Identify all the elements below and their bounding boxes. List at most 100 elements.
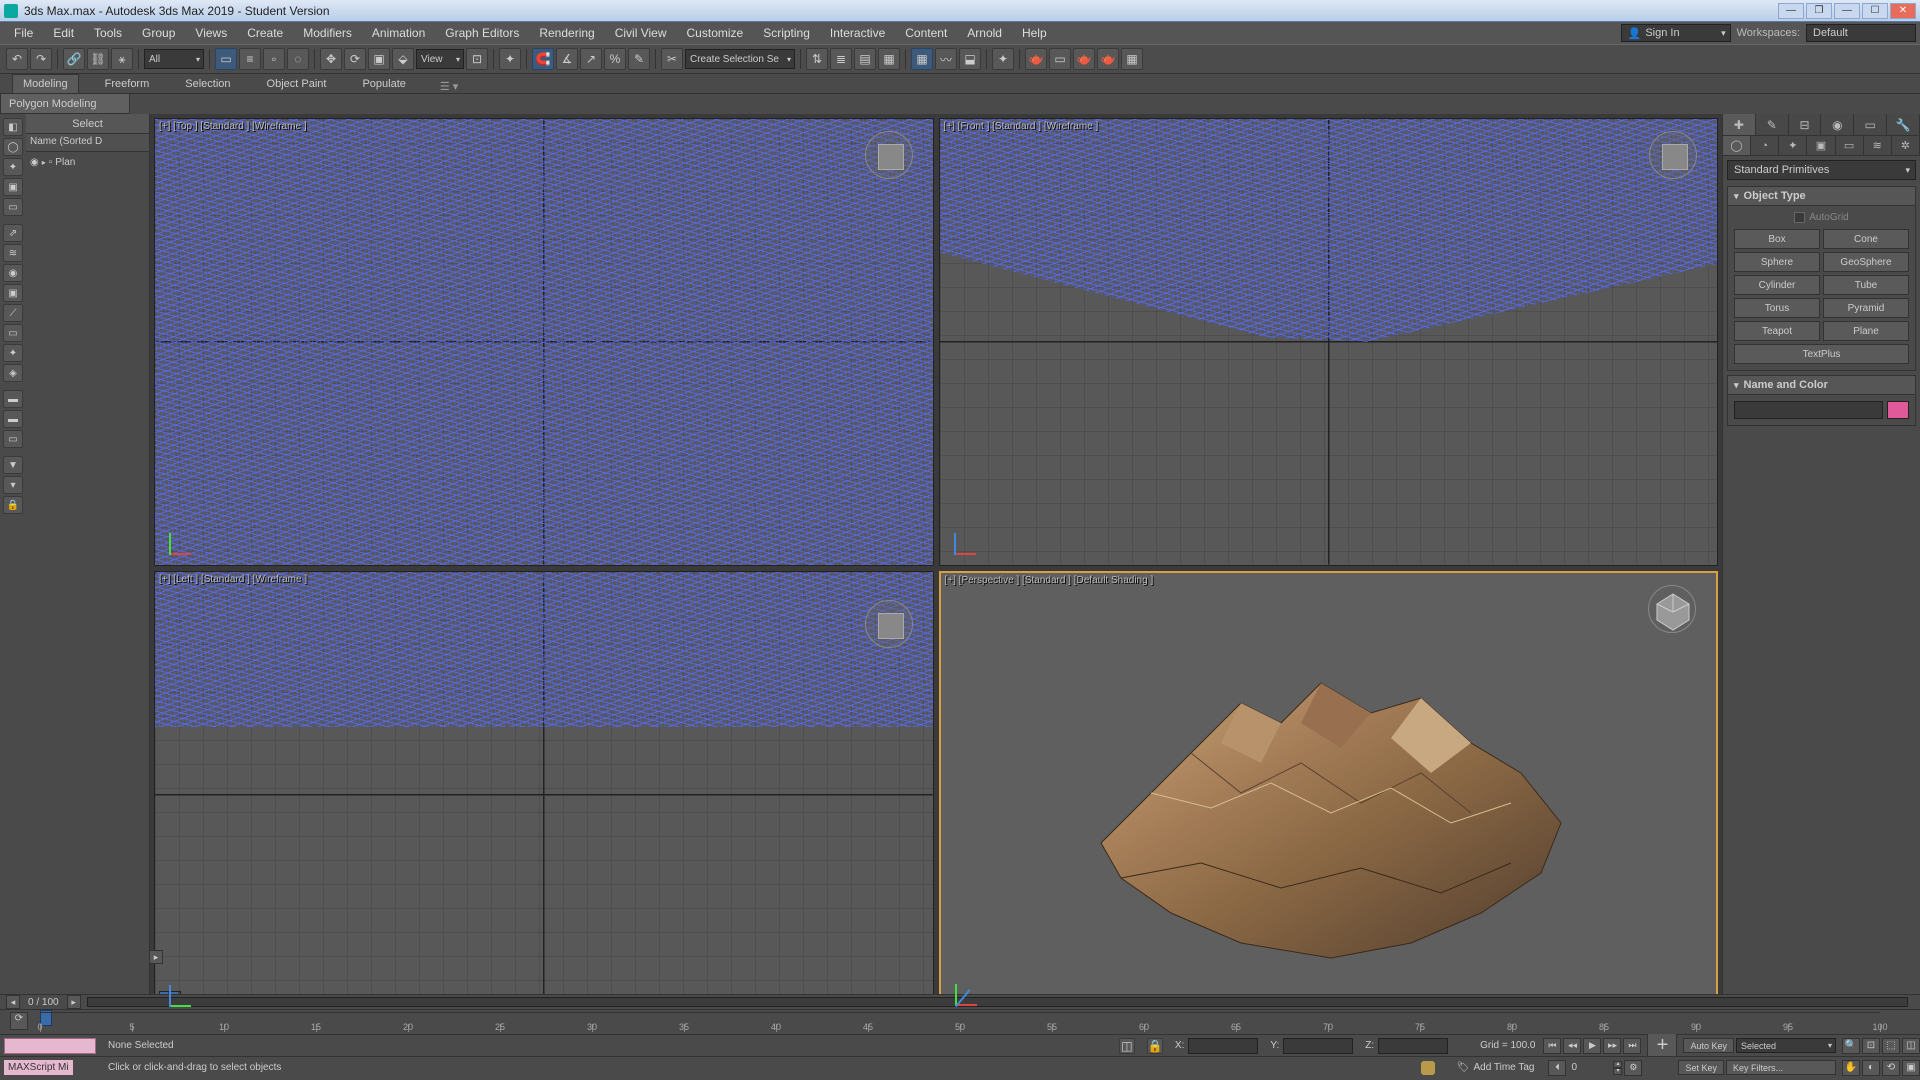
se-filter-icon[interactable]: ▼: [3, 456, 23, 474]
menu-help[interactable]: Help: [1012, 22, 1057, 44]
viewport-left-label[interactable]: [+] [Left ] [Standard ] [Wireframe ]: [159, 574, 307, 585]
viewport-perspective[interactable]: [+] [Perspective ] [Standard ] [Default …: [939, 571, 1719, 1019]
curve-editor-button[interactable]: ▦: [911, 48, 933, 70]
display-tab[interactable]: ▭: [1854, 114, 1887, 135]
link-button[interactable]: 🔗: [63, 48, 85, 70]
primitive-textplus[interactable]: TextPlus: [1734, 344, 1909, 364]
ribbon-freeform[interactable]: Freeform: [95, 75, 160, 93]
add-time-tag[interactable]: 🏷Add Time Tag: [1451, 1062, 1541, 1073]
zoom-icon[interactable]: 🔍: [1842, 1038, 1860, 1054]
rotate-button[interactable]: ⟳: [344, 48, 366, 70]
named-selection-dropdown[interactable]: Create Selection Se: [685, 49, 795, 69]
snap-toggle-button[interactable]: 🧲: [532, 48, 554, 70]
key-mode-dropdown[interactable]: Selected: [1736, 1038, 1836, 1053]
viewport-top-label[interactable]: [+] [Top ] [Standard ] [Wireframe ]: [159, 121, 307, 132]
render-setup-button[interactable]: 🫖: [1025, 48, 1047, 70]
select-region-rect-button[interactable]: ▫: [263, 48, 285, 70]
display-spacewarp-icon[interactable]: ⇗: [3, 224, 23, 242]
primitive-box[interactable]: Box: [1734, 229, 1820, 249]
selection-filter-dropdown[interactable]: All: [144, 49, 204, 69]
ribbon-populate[interactable]: Populate: [352, 75, 415, 93]
ribbon-modeling[interactable]: Modeling: [12, 74, 79, 93]
max-toggle-icon[interactable]: ▣: [1902, 1060, 1920, 1076]
help-button[interactable]: —: [1834, 3, 1860, 19]
display-shapes-icon[interactable]: ◯: [3, 138, 23, 156]
bind-button[interactable]: ⚹: [111, 48, 133, 70]
restore-button[interactable]: ❐: [1806, 3, 1832, 19]
viewport-left[interactable]: [+] [Left ] [Standard ] [Wireframe ] ◂▸: [154, 571, 934, 1019]
menu-rendering[interactable]: Rendering: [529, 22, 604, 44]
geometry-cat[interactable]: ◯: [1723, 136, 1751, 155]
goto-end-button[interactable]: ⏭: [1623, 1038, 1641, 1054]
prev-frame-button[interactable]: ◂◂: [1563, 1038, 1581, 1054]
unlink-button[interactable]: ⛓: [87, 48, 109, 70]
viewport-top[interactable]: [+] [Top ] [Standard ] [Wireframe ]: [154, 118, 934, 566]
tree-item-plane[interactable]: ◉ ▸ ▫ Plan: [30, 156, 145, 169]
eye-icon[interactable]: ◉: [30, 157, 39, 168]
primitive-cone[interactable]: Cone: [1823, 229, 1909, 249]
play-button[interactable]: ▶: [1583, 1038, 1601, 1054]
display-xref-icon[interactable]: ◈: [3, 364, 23, 382]
primitive-plane[interactable]: Plane: [1823, 321, 1909, 341]
angle-snap-button[interactable]: ∡: [556, 48, 578, 70]
shapes-cat[interactable]: ◔: [1751, 136, 1779, 155]
object-type-header[interactable]: Object Type: [1727, 186, 1916, 206]
menu-modifiers[interactable]: Modifiers: [293, 22, 362, 44]
utilities-tab[interactable]: 🔧: [1887, 114, 1920, 135]
display-groups-icon[interactable]: ✦: [3, 344, 23, 362]
primitive-cylinder[interactable]: Cylinder: [1734, 275, 1820, 295]
minimize-button[interactable]: —: [1778, 3, 1804, 19]
viewport-front[interactable]: [+] [Front ] [Standard ] [Wireframe ]: [939, 118, 1719, 566]
z-input[interactable]: [1378, 1038, 1448, 1054]
hierarchy-tab[interactable]: ⊟: [1789, 114, 1822, 135]
ribbon-panel-polygon[interactable]: Polygon Modeling: [0, 94, 130, 114]
menu-animation[interactable]: Animation: [362, 22, 435, 44]
time-config-button[interactable]: ⚙: [1624, 1060, 1642, 1076]
y-input[interactable]: [1283, 1038, 1353, 1054]
ref-coord-dropdown[interactable]: View: [416, 49, 464, 69]
helpers-cat[interactable]: ▭: [1836, 136, 1864, 155]
object-color-swatch[interactable]: [1887, 401, 1909, 419]
menu-grapheditors[interactable]: Graph Editors: [435, 22, 529, 44]
select-object-button[interactable]: ▭: [215, 48, 237, 70]
zoom-all-icon[interactable]: ⊡: [1862, 1038, 1880, 1054]
render-preset-button[interactable]: 🫖: [1073, 48, 1095, 70]
walk-icon[interactable]: ◐: [1862, 1060, 1880, 1076]
zoom-region-icon[interactable]: ◫: [1902, 1038, 1920, 1054]
menu-edit[interactable]: Edit: [43, 22, 84, 44]
ribbon-objectpaint[interactable]: Object Paint: [257, 75, 337, 93]
autokey-button[interactable]: Auto Key: [1683, 1038, 1734, 1053]
scale-button[interactable]: ▣: [368, 48, 390, 70]
modify-tab[interactable]: ✎: [1756, 114, 1789, 135]
menu-tools[interactable]: Tools: [84, 22, 132, 44]
menu-create[interactable]: Create: [237, 22, 293, 44]
render-frame-button[interactable]: ▭: [1049, 48, 1071, 70]
time-next-button[interactable]: ▸: [67, 995, 81, 1009]
toggle-ribbon-button[interactable]: ▦: [878, 48, 900, 70]
menu-civilview[interactable]: Civil View: [605, 22, 677, 44]
menu-file[interactable]: File: [4, 22, 43, 44]
primitive-tube[interactable]: Tube: [1823, 275, 1909, 295]
material-editor-button[interactable]: ✦: [992, 48, 1014, 70]
se-tool3-icon[interactable]: ▭: [3, 430, 23, 448]
display-container-icon[interactable]: ◉: [3, 264, 23, 282]
primitive-geosphere[interactable]: GeoSphere: [1823, 252, 1909, 272]
setkey-button[interactable]: Set Key: [1678, 1060, 1724, 1075]
se-tool2-icon[interactable]: ▬: [3, 410, 23, 428]
se-lock-icon[interactable]: 🔒: [3, 496, 23, 514]
lock-icon[interactable]: [1421, 1061, 1435, 1075]
current-frame-input[interactable]: 0: [1568, 1062, 1612, 1073]
pan-icon[interactable]: ✋: [1842, 1060, 1860, 1076]
undo-button[interactable]: ↶: [6, 48, 28, 70]
menu-arnold[interactable]: Arnold: [957, 22, 1012, 44]
display-helpers-icon[interactable]: ▭: [3, 198, 23, 216]
menu-group[interactable]: Group: [132, 22, 185, 44]
primitive-torus[interactable]: Torus: [1734, 298, 1820, 318]
redo-button[interactable]: ↷: [30, 48, 52, 70]
align-button[interactable]: ≣: [830, 48, 852, 70]
display-geometry-icon[interactable]: ◧: [3, 118, 23, 136]
primitive-teapot[interactable]: Teapot: [1734, 321, 1820, 341]
display-layers-icon[interactable]: ▭: [3, 324, 23, 342]
autogrid-checkbox[interactable]: AutoGrid: [1734, 212, 1909, 223]
display-lights-icon[interactable]: ✦: [3, 158, 23, 176]
